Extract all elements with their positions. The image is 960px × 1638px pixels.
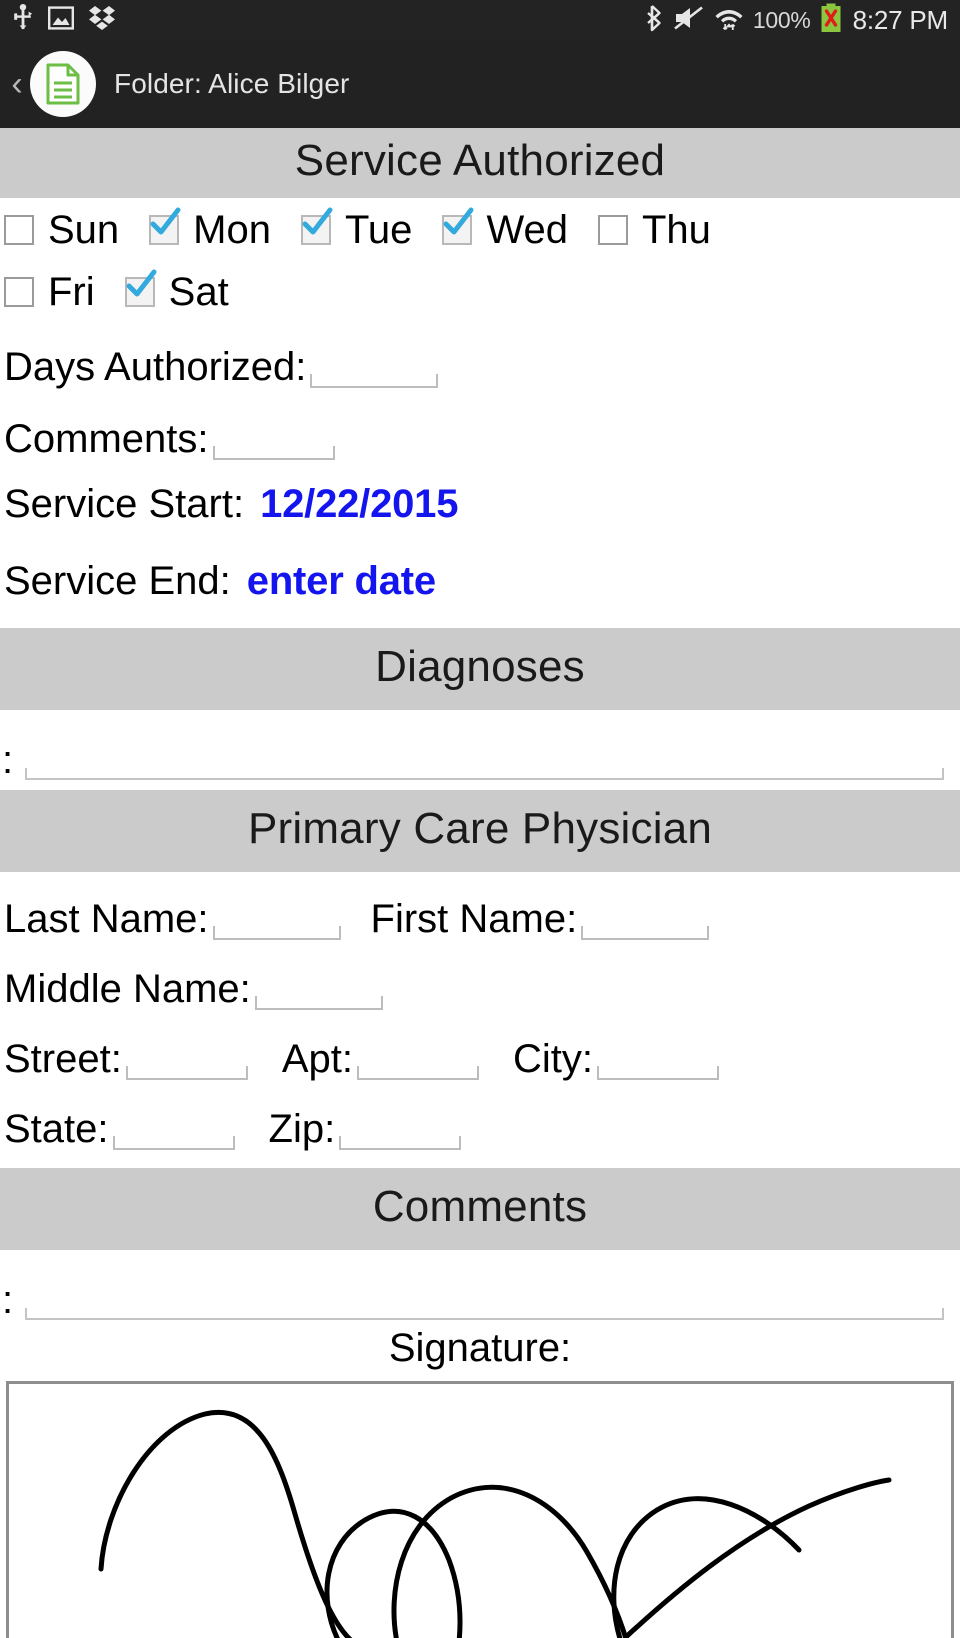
pcp-first-name-input[interactable] [580, 885, 711, 940]
service-end-value[interactable]: enter date [247, 561, 436, 601]
diagnoses-label: : [2, 737, 14, 782]
checkbox-label-sat: Sat [168, 270, 229, 314]
pcp-city-label: City: [513, 1036, 593, 1081]
pcp-state-input[interactable] [111, 1095, 236, 1150]
diagnoses-input[interactable] [24, 725, 945, 780]
service-start-row: Service Start: 12/22/2015 [0, 460, 960, 525]
comments-row: : [0, 1250, 960, 1320]
section-header-primary-care-physician: Primary Care Physician [0, 789, 960, 872]
days-authorized-row: Days Authorized: 4 [0, 312, 960, 388]
checkbox-fri-icon[interactable] [4, 277, 34, 307]
clock-label: 8:27 PM [852, 4, 949, 35]
usb-icon [12, 3, 34, 37]
app-bar-title: Folder: Alice Bilger [114, 68, 350, 99]
service-authorized-body: Sun Mon Tue Wed Thu Fri Sat Days Authori… [0, 198, 960, 628]
comments-input[interactable] [24, 1265, 945, 1320]
pcp-city-input[interactable] [596, 1025, 720, 1080]
mute-icon [673, 5, 705, 36]
signature-drawing [98, 1409, 892, 1638]
pcp-middle-name-label: Middle Name: [4, 966, 251, 1011]
days-authorized-label: Days Authorized: [4, 345, 307, 390]
checkbox-item-wed[interactable]: Wed [442, 207, 568, 252]
service-comments-label: Comments: [4, 417, 209, 462]
battery-charging-error-icon [820, 3, 842, 38]
checkbox-wed-icon[interactable] [442, 207, 474, 245]
diagnoses-row: : [0, 710, 960, 790]
service-start-value[interactable]: 12/22/2015 [260, 484, 458, 524]
service-end-row: Service End: enter date [0, 525, 960, 628]
service-start-label: Service Start: [4, 482, 245, 526]
checkbox-item-thu[interactable]: Thu [597, 208, 711, 252]
pcp-apt-label: Apt: [281, 1036, 353, 1081]
pcp-state-label: State: [4, 1106, 109, 1151]
app-bar: ‹ Folder: Alice Bilger [0, 40, 960, 128]
days-checkbox-row-2: Fri Sat [0, 250, 960, 312]
checkbox-label-thu: Thu [641, 208, 711, 252]
screen: 100% 8:27 PM ‹ Folder: Alice Bilger Serv… [0, 0, 960, 1638]
dropbox-icon [88, 5, 116, 36]
checkbox-label-tue: Tue [344, 208, 413, 252]
comments-label: : [2, 1277, 14, 1322]
checkbox-item-tue[interactable]: Tue [300, 207, 413, 252]
pcp-middle-name-input[interactable] [253, 955, 384, 1010]
checkbox-item-fri[interactable]: Fri [4, 272, 95, 312]
service-comments-input[interactable] [211, 406, 336, 460]
checkbox-label-fri: Fri [48, 270, 95, 314]
checkbox-item-sun[interactable]: Sun [4, 210, 119, 250]
comments-body: : [0, 1249, 960, 1320]
pcp-middle-name-row: Middle Name: [0, 940, 960, 1010]
checkbox-label-wed: Wed [486, 208, 568, 252]
checkbox-sat-icon[interactable] [124, 269, 157, 307]
checkbox-tue-icon[interactable] [300, 207, 333, 245]
pcp-name-row: Last Name: First Name: [0, 872, 960, 940]
section-header-diagnoses: Diagnoses [0, 627, 960, 710]
pcp-state-zip-row: State: Zip: [0, 1080, 960, 1168]
checkbox-item-sat[interactable]: Sat [124, 269, 229, 314]
pcp-zip-label: Zip: [268, 1106, 336, 1151]
document-icon[interactable] [30, 51, 96, 117]
checkbox-item-mon[interactable]: Mon [149, 207, 271, 252]
gallery-icon [48, 5, 75, 35]
pcp-street-label: Street: [4, 1036, 122, 1081]
pcp-street-input[interactable] [124, 1025, 249, 1080]
signature-pad[interactable] [6, 1380, 954, 1638]
status-bar: 100% 8:27 PM [0, 0, 960, 40]
checkbox-sun-icon[interactable] [4, 215, 34, 245]
battery-percent-label: 100% [752, 6, 811, 33]
pcp-last-name-input[interactable] [211, 885, 342, 940]
back-button[interactable]: ‹ [6, 67, 28, 101]
diagnoses-body: : [0, 709, 960, 790]
checkbox-mon-icon[interactable] [149, 207, 181, 245]
checkbox-label-sun: Sun [48, 208, 120, 252]
service-comments-row: Comments: [0, 388, 960, 460]
section-header-service-authorized: Service Authorized [0, 128, 960, 198]
status-bar-right-icons: 100% 8:27 PM [646, 3, 948, 38]
checkbox-thu-icon[interactable] [597, 215, 628, 245]
pcp-zip-input[interactable] [338, 1095, 463, 1150]
primary-care-physician-body: Last Name: First Name: Middle Name: Stre… [0, 871, 960, 1168]
service-end-label: Service End: [4, 558, 231, 603]
bluetooth-icon [646, 4, 664, 37]
pcp-apt-input[interactable] [356, 1025, 480, 1080]
pcp-first-name-label: First Name: [370, 896, 578, 941]
checkbox-label-mon: Mon [193, 208, 271, 252]
pcp-last-name-label: Last Name: [4, 896, 209, 941]
signature-label: Signature: [388, 1325, 572, 1370]
wifi-icon [714, 4, 744, 37]
days-checkbox-row-1: Sun Mon Tue Wed Thu [0, 198, 960, 250]
days-authorized-input[interactable]: 4 [309, 334, 440, 388]
status-bar-left-icons [12, 3, 116, 37]
section-header-comments: Comments [0, 1167, 960, 1250]
pcp-street-row: Street: Apt: City: [0, 1010, 960, 1080]
